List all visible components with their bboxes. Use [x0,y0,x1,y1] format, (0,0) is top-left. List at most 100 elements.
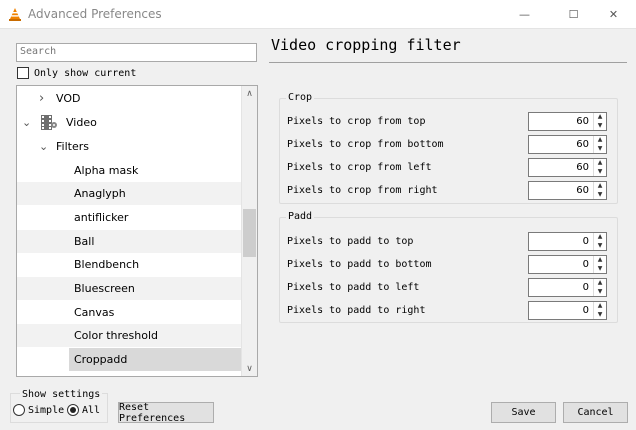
tree-item-blendbench[interactable]: Blendbench [17,253,242,276]
tree-item-alpha-mask[interactable]: Alpha mask [17,159,242,182]
tree-item-antiflicker[interactable]: antiflicker [17,206,242,229]
spin-down-icon[interactable]: ▼ [594,287,606,296]
only-show-current-checkbox[interactable]: Only show current [17,67,136,79]
minimize-icon: — [519,7,530,21]
tree-item-label: Blendbench [74,258,140,271]
tree-item-video[interactable]: ⌄ Video [17,111,242,134]
tree-item-color-threshold[interactable]: Color threshold [17,324,242,347]
spin-down-icon[interactable]: ▼ [594,144,606,153]
tree-item-label: Croppadd [74,353,128,366]
video-category-icon [41,115,57,130]
crop-right-row: Pixels to crop from right 60 ▲ ▼ [287,180,607,200]
spin-down-icon[interactable]: ▼ [594,264,606,273]
maximize-button[interactable]: ☐ [551,0,596,28]
crop-top-row: Pixels to crop from top 60 ▲ ▼ [287,111,607,131]
scroll-up-arrow-icon[interactable]: ∧ [242,86,257,101]
save-button[interactable]: Save [491,402,556,423]
crop-left-row: Pixels to crop from left 60 ▲ ▼ [287,157,607,177]
spinbox-value[interactable]: 0 [529,233,593,250]
only-show-current-label: Only show current [34,67,137,79]
spin-down-icon[interactable]: ▼ [594,167,606,176]
simple-radio[interactable]: Simple [13,404,64,416]
crop-bottom-row: Pixels to crop from bottom 60 ▲ ▼ [287,134,607,154]
tree-item-ball[interactable]: Ball [17,230,242,253]
search-input[interactable] [17,44,253,59]
panel-title: Video cropping filter [271,36,461,54]
chevron-right-icon[interactable]: › [39,91,44,106]
radio-circle[interactable] [13,404,25,416]
scrollbar-thumb[interactable] [243,209,256,257]
field-label: Pixels to padd to top [287,235,414,247]
field-label: Pixels to crop from right [287,184,438,196]
spinbox-value[interactable]: 60 [529,113,593,130]
padd-bottom-row: Pixels to padd to bottom 0 ▲ ▼ [287,254,607,274]
spin-up-icon[interactable]: ▲ [594,302,606,311]
tree-item-label: Canvas [74,306,115,319]
chevron-down-icon[interactable]: ⌄ [22,116,31,129]
tree-scrollbar[interactable]: ∧ ∨ [241,86,257,376]
tree-item-label: Bluescreen [74,282,135,295]
padd-bottom-spinbox[interactable]: 0 ▲ ▼ [528,254,607,274]
padd-top-row: Pixels to padd to top 0 ▲ ▼ [287,231,607,251]
field-label: Pixels to padd to bottom [287,258,432,270]
field-label: Pixels to padd to left [287,281,420,293]
tree-item-anaglyph[interactable]: Anaglyph [17,182,242,205]
spin-down-icon[interactable]: ▼ [594,310,606,319]
spinbox-value[interactable]: 0 [529,279,593,296]
crop-right-spinbox[interactable]: 60 ▲ ▼ [528,180,607,200]
crop-top-spinbox[interactable]: 60 ▲ ▼ [528,111,607,131]
cancel-button[interactable]: Cancel [563,402,628,423]
tree-item-croppadd[interactable]: Croppadd [17,348,242,371]
all-radio[interactable]: All [67,404,100,416]
spinbox-value[interactable]: 0 [529,256,593,273]
vlc-cone-icon [9,8,21,21]
padd-right-spinbox[interactable]: 0 ▲ ▼ [528,300,607,320]
tree-item-label: Video [66,116,97,129]
title-bar: Advanced Preferences — ☐ ✕ [0,0,636,29]
reset-preferences-button[interactable]: Reset Preferences [118,402,214,424]
spin-up-icon[interactable]: ▲ [594,279,606,288]
field-label: Pixels to padd to right [287,304,426,316]
spin-down-icon[interactable]: ▼ [594,241,606,250]
radio-circle[interactable] [67,404,79,416]
spin-down-icon[interactable]: ▼ [594,190,606,199]
spinbox-value[interactable]: 60 [529,182,593,199]
spin-up-icon[interactable]: ▲ [594,233,606,242]
tree-item-canvas[interactable]: Canvas [17,301,242,324]
spin-up-icon[interactable]: ▲ [594,159,606,168]
tree-item-label: Filters [56,140,89,153]
window-title: Advanced Preferences [28,7,162,21]
tree-item-label: Color threshold [74,329,159,342]
tree-item-vod[interactable]: › VOD [17,87,242,110]
spin-up-icon[interactable]: ▲ [594,136,606,145]
scroll-down-arrow-icon[interactable]: ∨ [242,361,257,376]
chevron-down-icon[interactable]: ⌄ [39,140,48,153]
crop-left-spinbox[interactable]: 60 ▲ ▼ [528,157,607,177]
padd-left-spinbox[interactable]: 0 ▲ ▼ [528,277,607,297]
tree-item-bluescreen[interactable]: Bluescreen [17,277,242,300]
tree-item-filters[interactable]: ⌄ Filters [17,135,242,158]
padd-left-row: Pixels to padd to left 0 ▲ ▼ [287,277,607,297]
simple-radio-label: Simple [28,404,65,416]
tree-item-label: antiflicker [74,211,129,224]
preferences-tree[interactable]: › VOD ⌄ Video ⌄ Filters Alpha mask Anagl… [16,85,258,377]
padd-top-spinbox[interactable]: 0 ▲ ▼ [528,231,607,251]
spin-up-icon[interactable]: ▲ [594,113,606,122]
tree-item-label: Alpha mask [74,164,139,177]
spinbox-value[interactable]: 0 [529,302,593,319]
crop-bottom-spinbox[interactable]: 60 ▲ ▼ [528,134,607,154]
minimize-button[interactable]: — [502,0,547,28]
search-box [16,43,257,62]
spin-up-icon[interactable]: ▲ [594,182,606,191]
field-label: Pixels to crop from left [287,161,432,173]
close-button[interactable]: ✕ [591,0,636,28]
padd-group-label: Padd [286,211,315,222]
all-radio-label: All [82,404,101,416]
spinbox-value[interactable]: 60 [529,159,593,176]
spinbox-value[interactable]: 60 [529,136,593,153]
padd-right-row: Pixels to padd to right 0 ▲ ▼ [287,300,607,320]
checkbox-box[interactable] [17,67,29,79]
spin-down-icon[interactable]: ▼ [594,121,606,130]
title-divider [269,62,627,63]
spin-up-icon[interactable]: ▲ [594,256,606,265]
